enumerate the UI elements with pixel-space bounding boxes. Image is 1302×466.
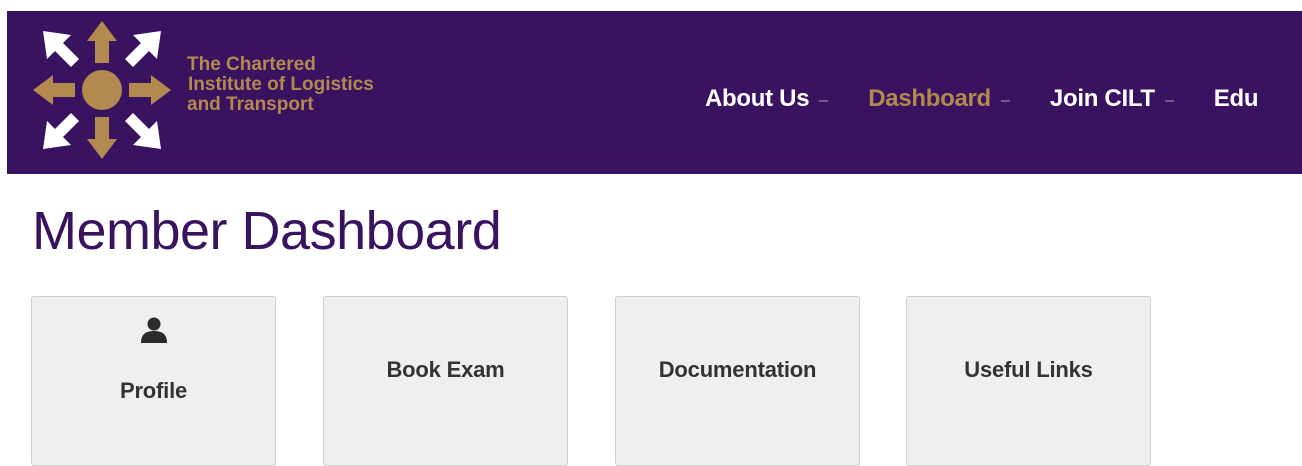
cilt-logo-icon[interactable] [31, 19, 173, 161]
organization-name[interactable]: The Chartered Institute of Logistics and… [187, 55, 447, 115]
nav-item-label: Dashboard [868, 85, 991, 112]
book-exam-tile[interactable]: Book Exam [323, 296, 568, 466]
org-name-line-1: The Chartered [187, 54, 316, 75]
documentation-tile[interactable]: Documentation [615, 296, 860, 466]
tile-label: Book Exam [386, 357, 505, 382]
chevron-down-icon [819, 100, 829, 102]
site-header: The Chartered Institute of Logistics and… [7, 11, 1302, 174]
page-title: Member Dashboard [32, 201, 502, 261]
chevron-down-icon [1164, 100, 1174, 102]
nav-item-label: Edu [1213, 85, 1259, 112]
profile-tile[interactable]: Profile [31, 296, 276, 466]
nav-item-label: About Us [705, 85, 810, 112]
org-name-line-2: Institute of Logistics [188, 74, 374, 95]
tile-label: Documentation [658, 357, 817, 382]
nav-item-dashboard[interactable]: Dashboard [868, 85, 1010, 113]
main-nav: About Us Dashboard Join CILT Edu [705, 85, 1298, 113]
user-icon [141, 317, 167, 343]
nav-item-join-cilt[interactable]: Join CILT [1050, 85, 1174, 113]
nav-item-education[interactable]: Edu [1213, 85, 1259, 113]
nav-item-about-us[interactable]: About Us [705, 85, 829, 113]
org-name-line-3: and Transport [187, 94, 314, 115]
useful-links-tile[interactable]: Useful Links [906, 296, 1151, 466]
tile-label: Profile [119, 378, 188, 403]
chevron-down-icon [1000, 100, 1010, 102]
tile-label: Useful Links [964, 357, 1093, 382]
nav-item-label: Join CILT [1049, 85, 1155, 112]
